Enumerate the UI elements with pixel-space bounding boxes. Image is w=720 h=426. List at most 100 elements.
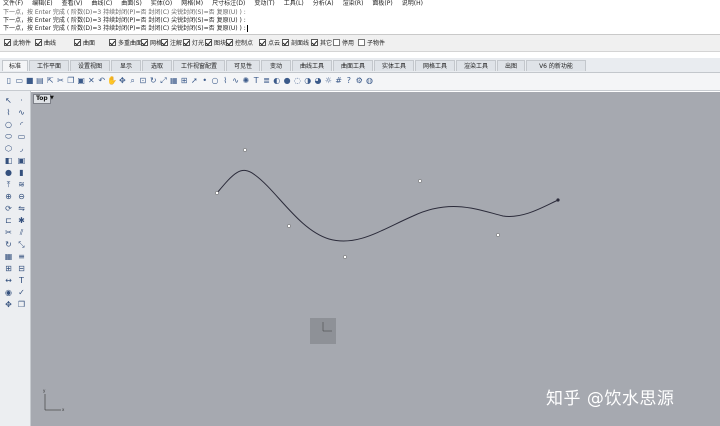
move-view-icon[interactable]: ✥ [117,76,127,86]
scale-icon[interactable]: ⤡ [16,239,27,250]
undo-icon[interactable]: ↶ [97,76,107,86]
menu-item[interactable]: 文件(F) [3,0,23,8]
select-icon[interactable]: ➚ [189,76,199,86]
tab-9[interactable]: 曲面工具 [333,60,373,71]
sun-icon[interactable]: ☼ [323,76,333,86]
sphere-icon[interactable]: ● [3,167,14,178]
filter-checkbox[interactable]: 曲面 [74,39,95,47]
tab-4[interactable]: 选取 [142,60,172,71]
menu-item[interactable]: 分析(A) [313,0,334,8]
boolean-union-icon[interactable]: ⊕ [3,191,14,202]
text-icon[interactable]: T [16,275,27,286]
tab-0[interactable]: 标准 [2,60,28,71]
copy-icon[interactable]: ❐ [66,76,76,86]
tab-10[interactable]: 实体工具 [374,60,414,71]
fillet-icon[interactable]: ◞ [16,143,27,154]
cylinder-icon[interactable]: ▮ [16,167,27,178]
explode-icon[interactable]: ✱ [16,215,27,226]
align-icon[interactable]: ≡ [16,251,27,262]
polyline-icon[interactable]: ⌇ [220,76,230,86]
menu-item[interactable]: 曲线(C) [91,0,112,8]
pan-icon[interactable]: ✋ [107,76,117,86]
tab-5[interactable]: 工作视窗配置 [173,60,225,71]
tab-1[interactable]: 工作平面 [29,60,69,71]
tab-7[interactable]: 变动 [261,60,291,71]
copy-icon[interactable]: ❐ [16,299,27,310]
analyze-icon[interactable]: ◉ [3,287,14,298]
open-icon[interactable]: ▭ [14,76,24,86]
polyline-icon[interactable]: ⌇ [3,107,14,118]
settings-icon[interactable]: ⚙ [354,76,364,86]
filter-checkbox[interactable]: 剖面线 [282,39,309,47]
rectangle-icon[interactable]: ▭ [16,131,27,142]
viewport-menu-arrow[interactable]: ▼ [50,96,54,101]
gumball-widget[interactable] [310,318,336,344]
cut-icon[interactable]: ✂ [56,76,66,86]
zoom-icon[interactable]: ⌕ [128,76,138,86]
rotate-view-icon[interactable]: ↻ [148,76,158,86]
menu-item[interactable]: 曲面(S) [121,0,142,8]
zoom-window-icon[interactable]: ⊡ [138,76,148,86]
layout-icon[interactable]: ⊞ [179,76,189,86]
trim-icon[interactable]: ✂ [3,227,14,238]
group-icon[interactable]: ⊞ [3,263,14,274]
circle-icon[interactable]: ○ [210,76,220,86]
viewport-title[interactable]: Top [33,94,51,104]
split-icon[interactable]: ⫽ [16,227,27,238]
grid-icon[interactable]: # [334,76,344,86]
filter-checkbox[interactable]: 点云 [259,39,280,47]
menu-item[interactable]: 查看(V) [62,0,83,8]
dimension-icon[interactable]: ↔ [3,275,14,286]
tab-3[interactable]: 显示 [111,60,141,71]
filter-checkbox[interactable]: 注解 [161,39,182,47]
filter-checkbox[interactable]: 子物件 [358,39,385,47]
tab-12[interactable]: 渲染工具 [456,60,496,71]
paste-icon[interactable]: ▣ [76,76,86,86]
polygon-icon[interactable]: ⬡ [3,143,14,154]
circle-icon[interactable]: ○ [3,119,14,130]
globe-icon[interactable]: ◍ [365,76,375,86]
save-icon[interactable]: ■ [25,76,35,86]
tab-14[interactable]: V6 的新功能 [526,60,586,71]
point-icon[interactable]: · [16,95,27,106]
array-icon[interactable]: ▦ [3,251,14,262]
move-icon[interactable]: ✥ [3,299,14,310]
filter-checkbox[interactable]: 停用 [333,39,354,47]
boolean-diff-icon[interactable]: ⊖ [16,191,27,202]
viewport-top[interactable]: x y Top ▼ [31,92,720,426]
ellipse-icon[interactable]: ⬭ [3,131,14,142]
print-icon[interactable]: ▤ [35,76,45,86]
menu-item[interactable]: 面板(P) [372,0,392,8]
shaded-icon[interactable]: ◑ [303,76,313,86]
curve-icon[interactable]: ∿ [231,76,241,86]
menu-item[interactable]: 实体(O) [151,0,172,8]
select-arrow-icon[interactable]: ↖ [3,95,14,106]
help-icon[interactable]: ? [344,76,354,86]
tab-13[interactable]: 出图 [497,60,525,71]
material-icon[interactable]: ◐ [272,76,282,86]
filter-checkbox[interactable]: 灯光 [183,39,204,47]
viewport-canvas[interactable]: x y [31,92,720,426]
layer-icon[interactable]: ≣ [262,76,272,86]
box-icon[interactable]: ▣ [16,155,27,166]
offset-icon[interactable]: ⟳ [3,203,14,214]
menu-item[interactable]: 渲染(R) [343,0,364,8]
tab-6[interactable]: 可见性 [226,60,260,71]
menu-item[interactable]: 尺寸标注(D) [212,0,245,8]
filter-checkbox[interactable]: 曲线 [35,39,56,47]
delete-icon[interactable]: ✕ [86,76,96,86]
new-file-icon[interactable]: ▯ [4,76,14,86]
filter-checkbox[interactable]: 此物件 [4,39,31,47]
join-icon[interactable]: ⊏ [3,215,14,226]
tab-11[interactable]: 网格工具 [415,60,455,71]
menu-item[interactable]: 变动(T) [254,0,274,8]
tab-2[interactable]: 设置视图 [70,60,110,71]
loft-icon[interactable]: ≋ [16,179,27,190]
menu-item[interactable]: 工具(L) [284,0,304,8]
ghost-icon[interactable]: ◌ [292,76,302,86]
curve-icon[interactable]: ∿ [16,107,27,118]
filter-checkbox[interactable]: 其它 [311,39,332,47]
point-icon[interactable]: • [200,76,210,86]
filter-checkbox[interactable]: 控制点 [226,39,253,47]
four-view-icon[interactable]: ▦ [169,76,179,86]
